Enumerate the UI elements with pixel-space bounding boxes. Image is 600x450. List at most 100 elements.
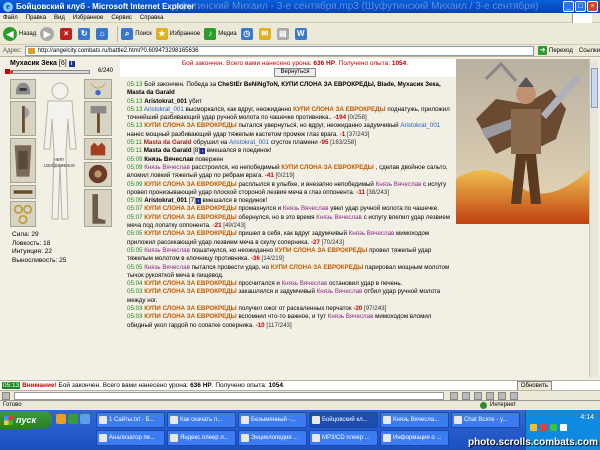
links-button[interactable]: Ссылки bbox=[579, 48, 600, 54]
log-player-name[interactable]: КУПИ СЛОНА ЗА ЕВРОКРЕДЫ bbox=[144, 122, 237, 129]
chat-mode-icon[interactable] bbox=[2, 392, 10, 400]
log-player-name[interactable]: КУПИ СЛОНА ЗА ЕВРОКРЕДЫ bbox=[144, 205, 237, 212]
log-player-name[interactable]: Князь Вячеслав bbox=[144, 264, 190, 271]
taskbar-task-button[interactable]: 1 Сайты.txt - Б... bbox=[96, 412, 165, 428]
taskbar-task-button[interactable]: Энциклопедия ... bbox=[238, 430, 307, 446]
helmet-slot[interactable] bbox=[10, 79, 36, 99]
hammer-slot[interactable] bbox=[84, 101, 112, 136]
menu-view[interactable]: Вид bbox=[54, 15, 65, 21]
tray-icon[interactable] bbox=[530, 424, 537, 431]
media-button[interactable]: ♪ Медиа bbox=[204, 27, 237, 40]
shield-slot[interactable] bbox=[84, 162, 112, 187]
log-player-name[interactable]: Aristokrat_001 bbox=[144, 197, 187, 204]
chat-input[interactable] bbox=[14, 392, 444, 400]
taskbar-task-button[interactable]: MP3/CD плеер ... bbox=[309, 430, 378, 446]
mail-button[interactable]: ✉ bbox=[258, 27, 273, 40]
amulet-slot[interactable] bbox=[84, 79, 112, 99]
filter-icon[interactable] bbox=[486, 392, 494, 400]
back-button[interactable]: ◀ Назад bbox=[3, 26, 36, 41]
refresh-button[interactable]: ↻ bbox=[78, 27, 92, 40]
taskbar-task-button[interactable]: Князь Вячесла... bbox=[380, 412, 449, 428]
log-player-name[interactable]: Aristokrat_001 bbox=[144, 106, 184, 113]
refresh-chat-button[interactable]: Обновить bbox=[516, 381, 552, 390]
minimize-icon[interactable]: _ bbox=[563, 1, 574, 12]
address-input[interactable]: http://angelcity.combats.ru/battle2.html… bbox=[24, 45, 535, 56]
info-icon[interactable]: i bbox=[68, 61, 75, 67]
log-player-name[interactable]: КУПИ СЛОНА ЗА ЕВРОКРЕДЫ bbox=[144, 181, 237, 188]
log-player-name[interactable]: Князь Вячеслав bbox=[144, 247, 190, 254]
start-button[interactable]: пуск bbox=[0, 411, 52, 429]
home-button[interactable]: ⌂ bbox=[96, 27, 110, 40]
tray-icon[interactable] bbox=[560, 424, 567, 431]
close-icon[interactable]: × bbox=[587, 1, 598, 12]
scrollbar-thumb[interactable] bbox=[591, 68, 598, 108]
history-button[interactable]: ◷ bbox=[240, 27, 255, 40]
clear-icon[interactable] bbox=[474, 392, 482, 400]
gloves-slot[interactable] bbox=[84, 138, 112, 160]
globe-icon bbox=[480, 402, 487, 409]
log-text: закашлялся и задумчивый bbox=[236, 288, 317, 296]
scrollbar[interactable] bbox=[589, 59, 598, 377]
log-player-name[interactable]: КУПИ СЛОНА ЗА ЕВРОКРЕДЫ bbox=[144, 288, 237, 295]
print-button[interactable]: ▤ bbox=[276, 27, 291, 40]
belt-slot[interactable] bbox=[10, 185, 36, 199]
log-player-name[interactable]: Aristokrat_001 bbox=[229, 139, 269, 146]
log-player-name[interactable]: КУПИ СЛОНА ЗА ЕВРОКРЕДЫ bbox=[144, 305, 237, 312]
weapon-slot[interactable] bbox=[10, 101, 36, 136]
exit-icon[interactable] bbox=[510, 392, 518, 400]
favorites-button[interactable]: ★ Избранное bbox=[155, 27, 200, 40]
menu-favorites[interactable]: Избранное bbox=[73, 15, 103, 21]
log-player-name[interactable]: КУПИ СЛОНА ЗА ЕВРОКРЕДЫ bbox=[275, 247, 368, 254]
forward-button[interactable]: ▶ bbox=[40, 26, 56, 41]
menu-edit[interactable]: Правка bbox=[26, 15, 46, 21]
log-player-name[interactable]: Князь Вячеслав bbox=[283, 205, 329, 212]
log-player-name[interactable]: КУПИ СЛОНА ЗА ЕВРОКРЕДЫ bbox=[144, 313, 237, 320]
log-player-name[interactable]: Aristokrat_001 bbox=[400, 122, 440, 129]
quicklaunch-icon[interactable] bbox=[56, 414, 66, 424]
log-player-name[interactable]: КУПИ СЛОНА ЗА ЕВРОКРЕДЫ bbox=[281, 164, 374, 171]
return-button[interactable]: Вернуться bbox=[274, 68, 316, 77]
log-player-name[interactable]: Князь Вячеслав bbox=[282, 280, 328, 287]
armor-slot[interactable] bbox=[10, 138, 36, 183]
taskbar-task-button[interactable]: Chat Всяте - у... bbox=[451, 412, 520, 428]
taskbar-task-button[interactable]: Яндекс.плеер л... bbox=[167, 430, 236, 446]
taskbar-task-button[interactable]: Информация о ... bbox=[380, 430, 449, 446]
character-name[interactable]: Мухасик Зека bbox=[10, 60, 57, 67]
log-player-name[interactable]: Князь Вячеслав bbox=[317, 288, 363, 295]
taskbar-task-button[interactable]: Безымянный -... bbox=[238, 412, 307, 428]
tray-icon[interactable] bbox=[540, 424, 547, 431]
menu-tools[interactable]: Сервис bbox=[111, 15, 132, 21]
taskbar-task-button[interactable]: Как скачать п... bbox=[167, 412, 236, 428]
boots-slot[interactable] bbox=[84, 189, 112, 227]
taskbar-task-button[interactable]: Анализатор пе... bbox=[96, 430, 165, 446]
settings-icon[interactable] bbox=[498, 392, 506, 400]
log-player-name[interactable]: Князь Вячеслав bbox=[144, 156, 193, 163]
smiley-icon[interactable] bbox=[462, 392, 470, 400]
log-player-name[interactable]: Князь Вячеслав bbox=[144, 164, 190, 171]
log-player-name[interactable]: Князь Вячеслав bbox=[316, 214, 362, 221]
menu-file[interactable]: Файл bbox=[3, 15, 18, 21]
go-button[interactable]: ➜ Переход bbox=[538, 46, 573, 55]
log-player-name[interactable]: Князь Вячеслав bbox=[376, 181, 422, 188]
log-player-name[interactable]: КУПИ СЛОНА ЗА ЕВРОКРЕДЫ bbox=[144, 214, 237, 221]
log-player-name[interactable]: Masta da Garald bbox=[144, 139, 192, 146]
menu-help[interactable]: Справка bbox=[140, 15, 164, 21]
log-player-name[interactable]: КУПИ СЛОНА ЗА ЕВРОКРЕДЫ bbox=[271, 264, 364, 271]
ring-slots[interactable] bbox=[10, 201, 36, 227]
stop-button[interactable]: × bbox=[60, 27, 74, 40]
search-button[interactable]: ⌕ Поиск bbox=[121, 27, 152, 40]
log-player-name[interactable]: КУПИ СЛОНА ЗА ЕВРОКРЕДЫ bbox=[293, 106, 386, 113]
log-player-name[interactable]: Князь Вячеслав bbox=[349, 230, 395, 237]
log-player-name[interactable]: КУПИ СЛОНА ЗА ЕВРОКРЕДЫ bbox=[144, 230, 237, 237]
log-player-name[interactable]: Masta da Garald bbox=[144, 147, 192, 154]
quicklaunch-icon[interactable] bbox=[80, 414, 90, 424]
tray-icon[interactable] bbox=[550, 424, 557, 431]
taskbar-task-button[interactable]: Бойцовский кл... bbox=[309, 412, 378, 428]
log-player-name[interactable]: КУПИ СЛОНА ЗА ЕВРОКРЕДЫ bbox=[144, 280, 237, 287]
edit-button[interactable]: W bbox=[294, 27, 309, 40]
log-player-name[interactable]: Князь Вячеслав bbox=[328, 313, 374, 320]
maximize-icon[interactable]: □ bbox=[575, 1, 586, 12]
send-icon[interactable] bbox=[450, 392, 458, 400]
quicklaunch-icon[interactable] bbox=[68, 414, 78, 424]
log-player-name[interactable]: Aristokrat_001 bbox=[144, 98, 187, 105]
